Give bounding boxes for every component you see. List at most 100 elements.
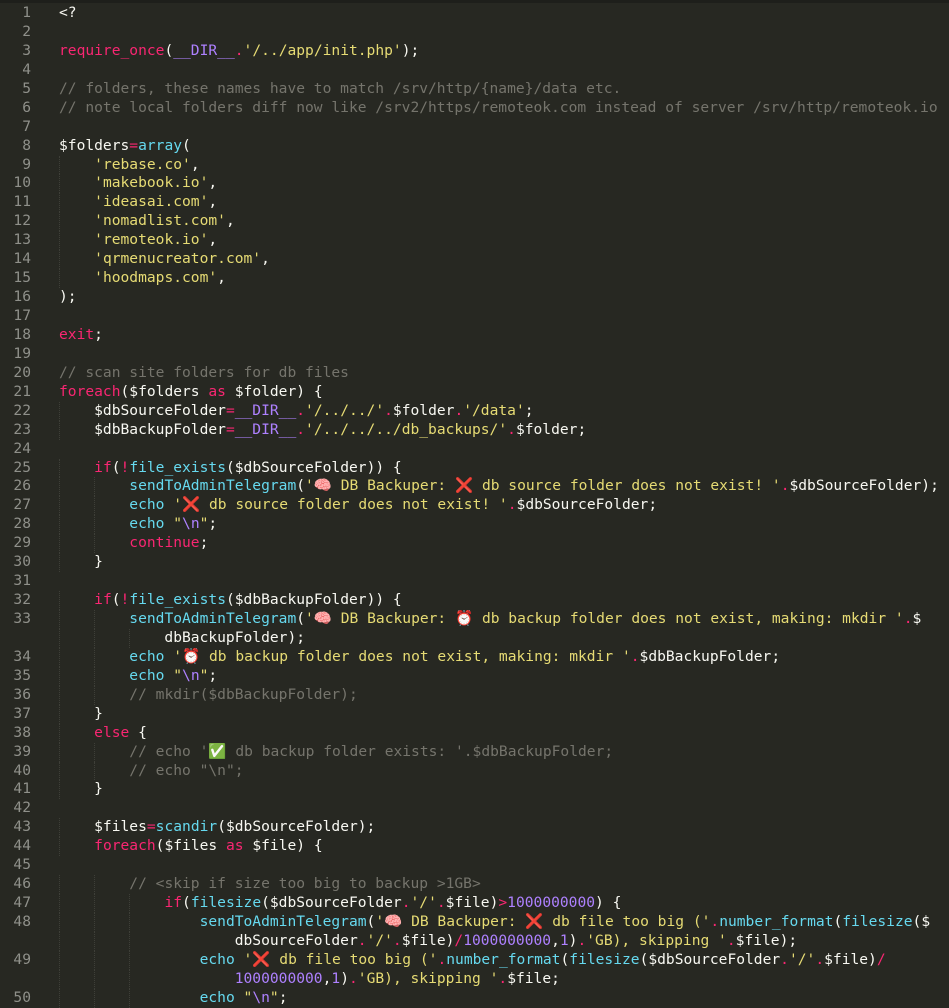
token: . [296, 401, 306, 419]
code-line[interactable]: 38 else { [0, 723, 949, 743]
code-line[interactable]: 24 [0, 440, 949, 459]
token: \n [252, 988, 270, 1006]
code-line[interactable]: 40 // echo "\n"; [0, 761, 949, 781]
code-line[interactable]: 17 [0, 307, 949, 326]
code-line[interactable]: 7 [0, 118, 949, 137]
code-line[interactable]: 21 foreach($folders as $folder) { [0, 383, 949, 402]
code-line[interactable]: 8 $folders=array( [0, 137, 949, 156]
code-line-wrap[interactable]: 1000000000,1).'GB), skipping '.$file; [0, 969, 949, 989]
code-text: sendToAdminTelegram('🧠 DB Backuper: ❌ db… [59, 913, 931, 932]
code-line[interactable]: 10 'makebook.io', [0, 174, 949, 194]
code-line[interactable]: 34 echo '⏰ db backup folder does not exi… [0, 647, 949, 667]
code-text: if(filesize($dbSourceFolder.'/'.$file)>1… [59, 894, 621, 913]
code-line[interactable]: 36 // mkdir($dbBackupFolder); [0, 685, 949, 705]
token: 'rebase.co' [94, 155, 191, 173]
token: } [59, 780, 103, 798]
code-line[interactable]: 45 [0, 856, 949, 875]
token: else [94, 723, 130, 741]
code-line[interactable]: 16); [0, 288, 949, 307]
code-line[interactable]: 12 'nomadlist.com', [0, 212, 949, 232]
token: , [208, 193, 218, 211]
token: // echo "\n"; [129, 761, 244, 779]
token: $folder; [515, 420, 587, 438]
token: file_exists [129, 591, 226, 609]
code-line[interactable]: 41 } [0, 780, 949, 800]
code-text: $dbBackupFolder=__DIR__.'/../../../db_ba… [59, 421, 586, 440]
code-line[interactable]: 49 echo '❌ db file too big ('.number_for… [0, 950, 949, 970]
line-number: 26 [13, 477, 31, 495]
code-line[interactable]: 19 [0, 345, 949, 364]
code-line[interactable]: 6 // note local folders diff now like /sr… [0, 99, 949, 118]
code-line[interactable]: 28 echo "\n"; [0, 515, 949, 535]
line-number: 14 [13, 250, 31, 268]
code-line[interactable]: 27 echo '❌ db source folder does not exi… [0, 496, 949, 516]
code-line[interactable]: 23 $dbBackupFolder=__DIR__.'/../../../db… [0, 420, 949, 440]
line-number: 23 [13, 420, 31, 438]
token: '🧠 DB Backuper: ❌ db source folder does … [305, 477, 781, 495]
token: . [577, 931, 587, 949]
code-line[interactable]: 3 require_once(__DIR__.'/../app/init.php'… [0, 42, 949, 61]
code-line[interactable]: 29 continue; [0, 534, 949, 554]
code-line[interactable]: 32 if(!file_exists($dbBackupFolder)) { [0, 591, 949, 610]
code-line[interactable]: 15 'hoodmaps.com', [0, 269, 949, 289]
token: 'GB), skipping ' [586, 931, 727, 949]
token: . [401, 894, 411, 912]
code-editor[interactable]: 1 <? 2 3 require_once(__DIR__.'/../app/init.… [0, 4, 949, 1008]
line-number: 22 [13, 401, 31, 419]
code-line[interactable]: 26 sendToAdminTelegram('🧠 DB Backuper: ❌… [0, 477, 949, 497]
code-line[interactable]: 31 [0, 572, 949, 591]
token: ($files [155, 837, 226, 855]
code-line[interactable]: 35 echo "\n"; [0, 666, 949, 686]
code-line[interactable]: 4 [0, 61, 949, 80]
code-line[interactable]: 2 [0, 23, 949, 42]
code-line[interactable]: 37 } [0, 704, 949, 724]
code-line[interactable]: 39 // echo '✅ db backup folder exists: '… [0, 742, 949, 762]
code-line-wrap[interactable]: dbSourceFolder.'/'.$file)/1000000000,1).… [0, 931, 949, 951]
code-line[interactable]: 42 [0, 799, 949, 818]
code-line[interactable]: 47 if(filesize($dbSourceFolder.'/'.$file… [0, 894, 949, 913]
code-line[interactable]: 1 <? [0, 4, 949, 23]
code-text: echo "\n"; [59, 989, 288, 1008]
code-line[interactable]: 30 } [0, 553, 949, 573]
token: '/../../../db_backups/' [305, 420, 508, 438]
token: . [780, 950, 789, 968]
code-line[interactable]: 9 'rebase.co', [0, 155, 949, 175]
line-number: 49 [13, 950, 31, 968]
code-line[interactable]: 20 // scan site folders for db files [0, 364, 949, 383]
code-line[interactable]: 33 sendToAdminTelegram('🧠 DB Backuper: ⏰… [0, 610, 949, 629]
code-line-wrap[interactable]: dbBackupFolder); [0, 628, 949, 648]
code-line[interactable]: 13 'remoteok.io', [0, 231, 949, 251]
code-line[interactable]: 14 'qrmenucreator.com', [0, 250, 949, 270]
code-line[interactable]: 43 $files=scandir($dbSourceFolder); [0, 818, 949, 838]
code-line[interactable]: 50 echo "\n"; [0, 988, 949, 1008]
line-number: 40 [13, 761, 31, 779]
code-text: dbSourceFolder.'/'.$file)/1000000000,1).… [59, 932, 797, 951]
code-line[interactable]: 18 exit; [0, 326, 949, 345]
tab-bar-edge [0, 0, 949, 3]
code-line[interactable]: 22 $dbSourceFolder=__DIR__.'/../../'.$fo… [0, 401, 949, 421]
line-number: 11 [13, 193, 31, 211]
token: . [296, 420, 306, 438]
code-line[interactable]: 48 sendToAdminTelegram('🧠 DB Backuper: ❌… [0, 913, 949, 932]
line-number: 21 [13, 382, 31, 400]
code-text: // note local folders diff now like /srv… [59, 99, 938, 118]
token: // <skip if size too big to backup >1GB> [129, 875, 481, 893]
code-line[interactable]: 46 // <skip if size too big to backup >1… [0, 875, 949, 895]
code-line[interactable]: 25 if(!file_exists($dbSourceFolder)) { [0, 458, 949, 478]
code-line[interactable]: 5 // folders, these names have to match /… [0, 80, 949, 99]
line-number: 36 [13, 685, 31, 703]
code-line[interactable]: 44 foreach($files as $file) { [0, 837, 949, 857]
token: ( [111, 591, 121, 609]
code-line[interactable]: 11 'ideasai.com', [0, 193, 949, 213]
token: echo [199, 950, 235, 968]
code-text: require_once(__DIR__.'/../app/init.php')… [59, 42, 419, 61]
line-number: 13 [13, 231, 31, 249]
